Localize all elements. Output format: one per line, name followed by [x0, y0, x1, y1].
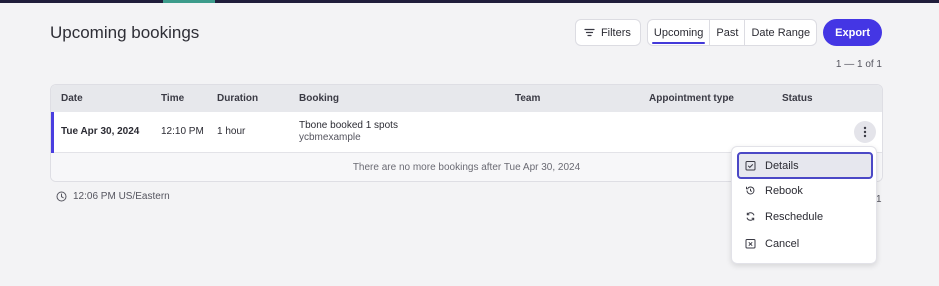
- cell-booking-title: Tbone booked 1 spots: [299, 120, 398, 131]
- cell-time: 12:10 PM: [161, 126, 204, 137]
- filters-label: Filters: [600, 26, 631, 39]
- menu-item-label: Reschedule: [765, 210, 824, 223]
- menu-item-cancel[interactable]: Cancel: [738, 231, 872, 256]
- history-icon: [745, 185, 756, 196]
- menu-item-rebook[interactable]: Rebook: [738, 178, 872, 203]
- row-actions-menu: Details Rebook Reschedule Cancel: [731, 146, 877, 264]
- row-actions-button[interactable]: [854, 121, 876, 143]
- more-vertical-icon: [863, 126, 867, 138]
- menu-item-label: Rebook: [765, 184, 803, 197]
- refresh-icon: [745, 211, 756, 222]
- column-header-status: Status: [782, 93, 813, 104]
- top-bar-accent: [163, 0, 215, 3]
- timezone-label: 12:06 PM US/Eastern: [73, 191, 170, 202]
- table-header: Date Time Duration Booking Team Appointm…: [51, 85, 882, 112]
- column-header-appointment-type: Appointment type: [649, 93, 734, 104]
- tab-upcoming[interactable]: Upcoming: [648, 20, 711, 45]
- filters-icon: [584, 27, 595, 38]
- column-header-time: Time: [161, 93, 185, 104]
- calendar-x-icon: [745, 238, 756, 249]
- calendar-check-icon: [745, 160, 756, 171]
- cell-date: Tue Apr 30, 2024: [61, 126, 140, 137]
- tab-past[interactable]: Past: [710, 20, 746, 45]
- menu-item-label: Details: [765, 159, 799, 172]
- menu-item-reschedule[interactable]: Reschedule: [738, 204, 872, 229]
- timezone-indicator: 12:06 PM US/Eastern: [56, 191, 170, 202]
- cell-duration: 1 hour: [217, 126, 246, 137]
- menu-item-label: Cancel: [765, 237, 800, 250]
- clock-icon: [56, 191, 67, 202]
- top-bar: [0, 0, 939, 3]
- pagination-summary: 1 — 1 of 1: [835, 59, 882, 70]
- export-button[interactable]: Export: [823, 19, 882, 46]
- time-filter-tabs: Upcoming Past Date Range: [646, 19, 818, 46]
- column-header-booking: Booking: [299, 93, 339, 104]
- page-title: Upcoming bookings: [50, 23, 200, 42]
- cell-booking-subtitle: ycbmexample: [299, 132, 361, 143]
- filters-button[interactable]: Filters: [574, 19, 641, 46]
- menu-item-details[interactable]: Details: [737, 152, 873, 179]
- row-marker: [51, 112, 54, 153]
- toolbar: Filters Upcoming Past Date Range Export: [574, 19, 882, 46]
- tab-date-range[interactable]: Date Range: [745, 20, 816, 45]
- column-header-duration: Duration: [217, 93, 259, 104]
- column-header-date: Date: [61, 93, 83, 104]
- column-header-team: Team: [515, 93, 541, 104]
